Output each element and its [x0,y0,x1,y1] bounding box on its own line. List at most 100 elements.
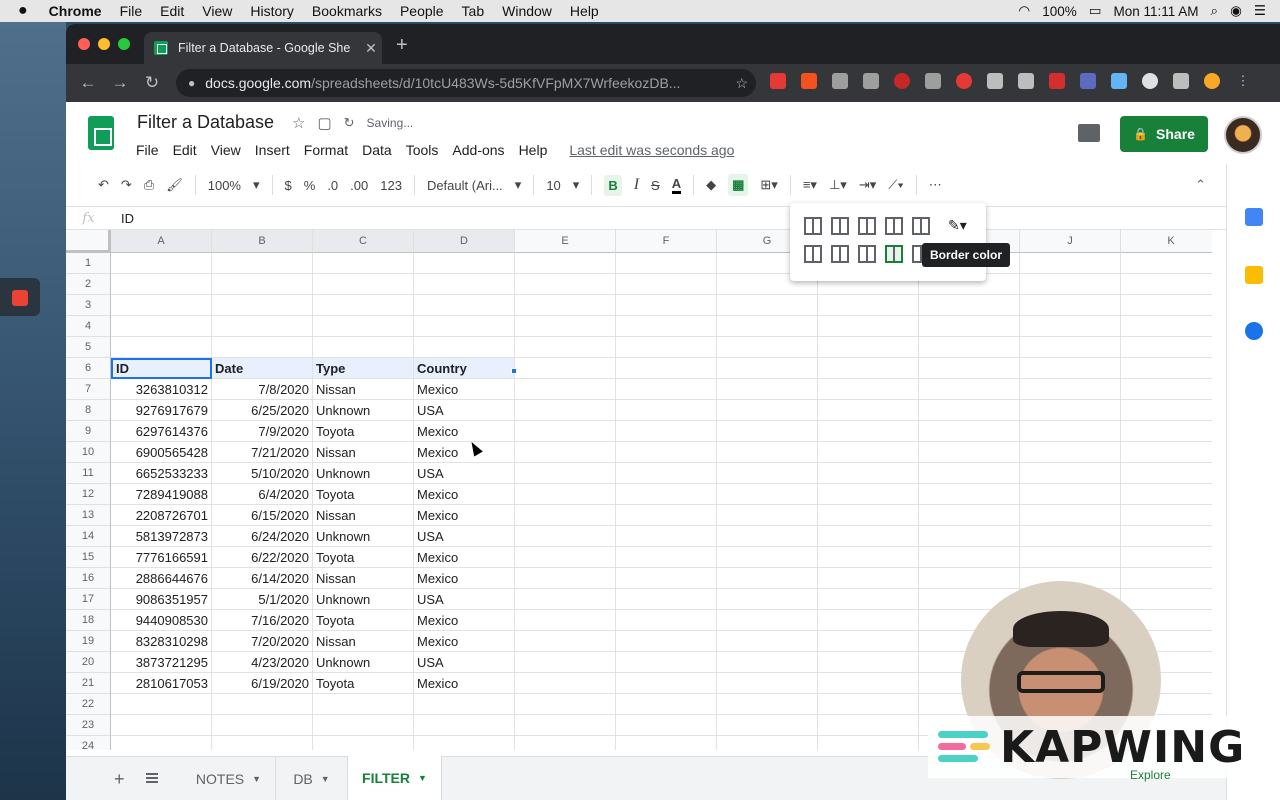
extension-icon[interactable] [1111,73,1127,89]
empty-cell[interactable] [717,400,818,421]
increase-decimal-button[interactable]: .00 [350,178,368,193]
empty-cell[interactable] [818,400,919,421]
data-cell[interactable]: 6/22/2020 [212,547,313,568]
empty-cell[interactable] [515,316,616,337]
row-header[interactable]: 5 [66,337,111,358]
forward-button[interactable]: → [104,73,136,93]
sheet-tab-db[interactable]: DB ▼ [276,757,348,800]
empty-cell[interactable] [515,631,616,652]
data-cell[interactable]: 7289419088 [111,484,212,505]
empty-cell[interactable] [616,589,717,610]
data-cell[interactable]: 3873721295 [111,652,212,673]
empty-cell[interactable] [515,358,616,379]
empty-cell[interactable] [1020,442,1121,463]
star-icon[interactable]: ☆ [292,114,305,132]
siri-icon[interactable]: ◉ [1230,3,1242,19]
extension-icon[interactable] [1080,73,1096,89]
data-cell[interactable]: 9276917679 [111,400,212,421]
row-header[interactable]: 11 [66,463,111,484]
all-sheets-menu-icon[interactable] [146,773,158,783]
empty-cell[interactable] [1121,526,1212,547]
data-cell[interactable]: 7776166591 [111,547,212,568]
back-button[interactable]: ← [72,73,104,93]
menubar-item-edit[interactable]: Edit [151,3,193,19]
empty-cell[interactable] [616,442,717,463]
empty-cell[interactable] [818,631,919,652]
empty-cell[interactable] [313,253,414,274]
empty-cell[interactable] [818,652,919,673]
row-header[interactable]: 8 [66,400,111,421]
data-cell[interactable]: 2886644676 [111,568,212,589]
data-cell[interactable]: USA [414,463,515,484]
document-title[interactable]: Filter a Database [137,112,274,133]
empty-cell[interactable] [616,568,717,589]
empty-cell[interactable] [111,253,212,274]
empty-cell[interactable] [1121,337,1212,358]
data-cell[interactable]: 2810617053 [111,673,212,694]
empty-cell[interactable] [717,589,818,610]
empty-cell[interactable] [717,463,818,484]
row-header[interactable]: 1 [66,253,111,274]
data-cell[interactable]: 9086351957 [111,589,212,610]
empty-cell[interactable] [1121,358,1212,379]
empty-cell[interactable] [616,358,717,379]
data-cell[interactable]: USA [414,526,515,547]
empty-cell[interactable] [919,505,1020,526]
empty-cell[interactable] [717,736,818,750]
redo-button[interactable]: ↷ [121,177,132,193]
translate-extension-icon[interactable] [832,73,848,89]
fill-color-icon[interactable]: ◆ [706,177,716,193]
empty-cell[interactable] [515,610,616,631]
border-option-icon[interactable] [885,217,903,235]
empty-cell[interactable] [212,295,313,316]
battery-icon[interactable]: ▭ [1089,3,1102,19]
row-header[interactable]: 19 [66,631,111,652]
empty-cell[interactable] [717,694,818,715]
data-cell[interactable]: 7/16/2020 [212,610,313,631]
extension-icon[interactable] [801,73,817,89]
empty-cell[interactable] [818,694,919,715]
empty-cell[interactable] [717,295,818,316]
empty-cell[interactable] [515,400,616,421]
empty-cell[interactable] [515,526,616,547]
empty-cell[interactable] [1020,295,1121,316]
chrome-menu-icon[interactable]: ⋮ [1235,73,1251,89]
print-button[interactable]: ⎙ [144,177,154,193]
data-cell[interactable]: 9440908530 [111,610,212,631]
row-header[interactable]: 18 [66,610,111,631]
empty-cell[interactable] [616,484,717,505]
data-cell[interactable]: Mexico [414,610,515,631]
empty-cell[interactable] [1121,379,1212,400]
empty-cell[interactable] [414,715,515,736]
empty-cell[interactable] [616,631,717,652]
empty-cell[interactable] [515,274,616,295]
new-tab-button[interactable]: + [396,35,408,55]
empty-cell[interactable] [919,421,1020,442]
empty-cell[interactable] [1121,589,1212,610]
data-cell[interactable]: Mexico [414,568,515,589]
empty-cell[interactable] [212,274,313,295]
empty-cell[interactable] [818,421,919,442]
empty-cell[interactable] [1020,526,1121,547]
empty-cell[interactable] [111,337,212,358]
empty-cell[interactable] [1020,274,1121,295]
data-cell[interactable]: Nissan [313,568,414,589]
empty-cell[interactable] [616,736,717,750]
empty-cell[interactable] [717,421,818,442]
empty-cell[interactable] [717,379,818,400]
empty-cell[interactable] [717,505,818,526]
row-header[interactable]: 12 [66,484,111,505]
empty-cell[interactable] [515,484,616,505]
empty-cell[interactable] [919,400,1020,421]
empty-cell[interactable] [1121,568,1212,589]
zoom-select[interactable]: 100% [208,178,241,193]
data-cell[interactable]: 6/14/2020 [212,568,313,589]
empty-cell[interactable] [717,442,818,463]
strikethrough-button[interactable]: S [651,178,660,193]
empty-cell[interactable] [818,505,919,526]
empty-cell[interactable] [616,694,717,715]
decrease-decimal-button[interactable]: .0 [327,178,338,193]
empty-cell[interactable] [212,736,313,750]
row-header[interactable]: 4 [66,316,111,337]
empty-cell[interactable] [818,442,919,463]
